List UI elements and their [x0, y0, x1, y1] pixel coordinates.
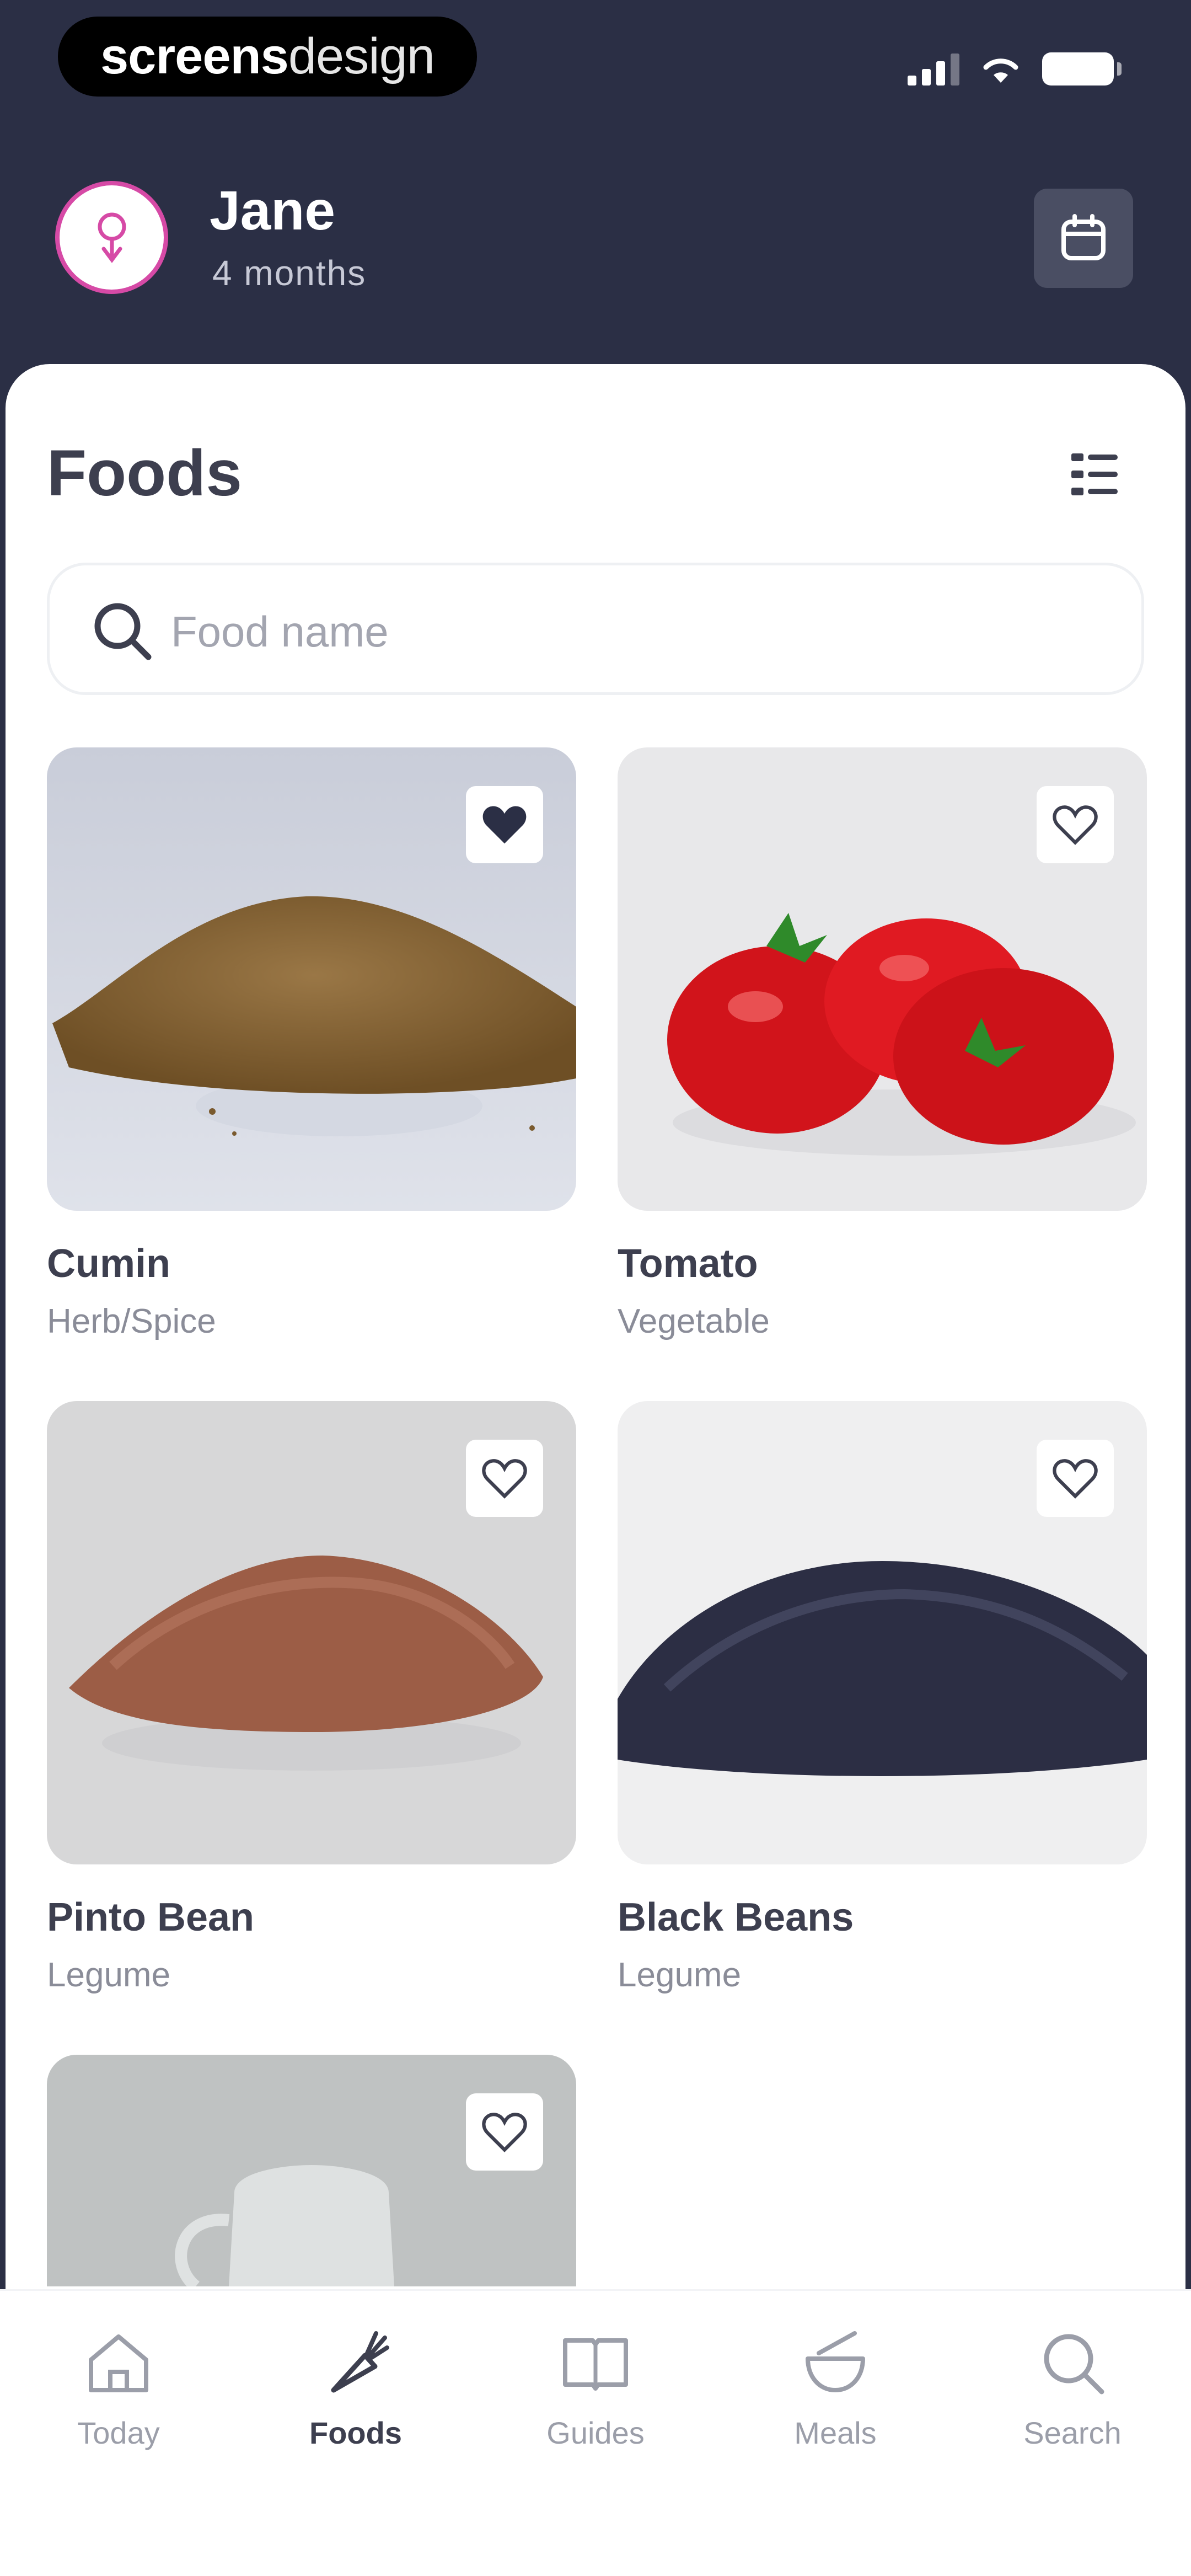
- filter-list-icon: [1071, 453, 1118, 495]
- filter-button[interactable]: [1067, 447, 1122, 502]
- brand-bold-text: screens: [100, 28, 289, 84]
- user-age: 4 months: [212, 253, 367, 293]
- food-category: Vegetable: [618, 1302, 770, 1340]
- tab-search[interactable]: Search: [990, 2321, 1155, 2498]
- food-name: Black Beans: [618, 1895, 854, 1939]
- tab-today[interactable]: Today: [36, 2321, 201, 2498]
- book-icon: [563, 2338, 628, 2391]
- heart-outline-icon: [1053, 1459, 1098, 1499]
- heart-filled-icon: [482, 806, 527, 844]
- favorite-button[interactable]: [466, 786, 543, 863]
- favorite-button[interactable]: [1037, 1440, 1114, 1517]
- wifi-icon: [983, 58, 1018, 83]
- favorite-button[interactable]: [1037, 786, 1114, 863]
- profile-header: Jane 4 months: [0, 154, 1191, 320]
- food-category: Herb/Spice: [47, 1302, 216, 1340]
- search-icon: [94, 603, 152, 660]
- heart-outline-icon: [482, 1459, 527, 1499]
- status-icons: [908, 50, 1122, 88]
- food-card-cumin[interactable]: Cumin Herb/Spice: [47, 747, 576, 1360]
- carrot-icon: [331, 2331, 389, 2393]
- tab-meals[interactable]: Meals: [753, 2321, 918, 2498]
- avatar[interactable]: [55, 181, 168, 294]
- food-name: Tomato: [618, 1242, 758, 1286]
- food-name: Cumin: [47, 1242, 170, 1286]
- search-field[interactable]: [47, 563, 1144, 695]
- tab-label: Guides: [546, 2415, 645, 2450]
- heart-outline-icon: [1053, 805, 1098, 845]
- search-icon: [1044, 2334, 1104, 2395]
- home-icon: [89, 2334, 148, 2392]
- favorite-button[interactable]: [466, 2093, 543, 2171]
- foods-sheet: Foods Food name Cumin Herb/Spice Tomato …: [6, 364, 1185, 2289]
- search-input[interactable]: [171, 596, 1108, 667]
- food-name: Pinto Bean: [47, 1895, 255, 1939]
- food-card-black-beans[interactable]: Black Beans Legume: [618, 1401, 1147, 2013]
- favorite-button[interactable]: [466, 1440, 543, 1517]
- tab-label: Today: [77, 2415, 160, 2450]
- tab-label: Search: [1023, 2415, 1122, 2450]
- cellular-signal-icon: [908, 52, 959, 85]
- food-category: Legume: [47, 1956, 171, 1994]
- food-card-tomato[interactable]: Tomato Vegetable: [618, 747, 1147, 1360]
- user-name: Jane: [210, 180, 335, 242]
- tab-foods[interactable]: Foods: [273, 2321, 438, 2498]
- food-card-pinto-bean[interactable]: Pinto Bean Legume: [47, 1401, 576, 2013]
- tab-label: Foods: [309, 2415, 402, 2450]
- page-title: Foods: [47, 437, 242, 510]
- tab-guides[interactable]: Guides: [513, 2321, 678, 2498]
- food-card-partial[interactable]: [47, 2055, 576, 2286]
- calendar-button[interactable]: [1034, 189, 1133, 288]
- status-bar: screensdesign: [0, 0, 1191, 127]
- heart-outline-icon: [482, 2113, 527, 2152]
- bowl-icon: [806, 2331, 865, 2392]
- tab-label: Meals: [794, 2415, 877, 2450]
- bottom-tab-bar: Today Foods Guides Meals Search: [0, 2289, 1191, 2576]
- calendar-icon: [1061, 214, 1106, 260]
- battery-icon: [1042, 52, 1122, 85]
- brand-watermark: screensdesign: [58, 17, 477, 97]
- brand-light-text: design: [288, 28, 435, 84]
- baby-avatar-icon: [98, 212, 126, 263]
- food-image-partial[interactable]: [47, 2055, 576, 2286]
- food-category: Legume: [618, 1956, 742, 1994]
